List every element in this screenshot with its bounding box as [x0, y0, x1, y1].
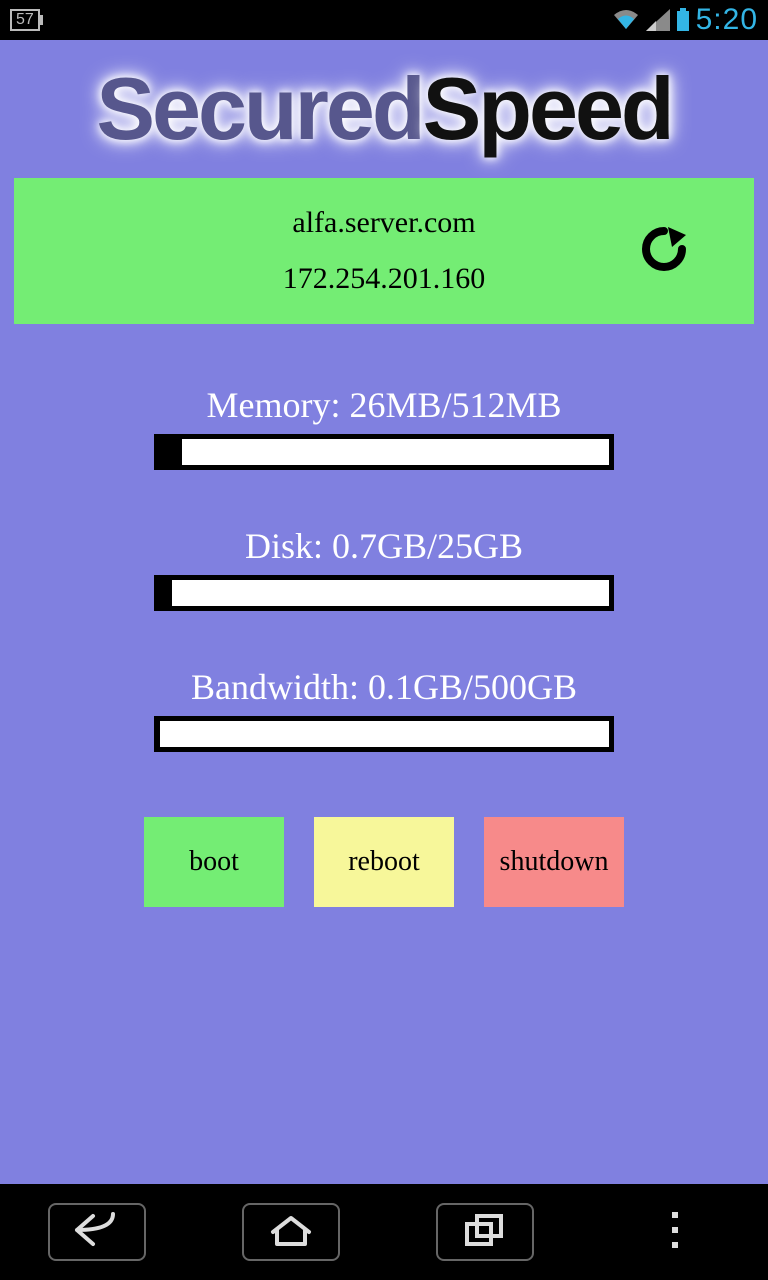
disk-metric: Disk: 0.7GB/25GB [14, 525, 754, 611]
refresh-icon [638, 223, 690, 280]
clock-text: 5:20 [696, 3, 758, 37]
home-icon [267, 1212, 315, 1253]
server-panel: alfa.server.com 172.254.201.160 [14, 178, 754, 324]
memory-bar-fill [159, 439, 182, 465]
disk-bar [154, 575, 614, 611]
action-row: boot reboot shutdown [144, 817, 624, 907]
logo-part2: Speed [423, 59, 672, 158]
server-hostname: alfa.server.com [292, 206, 475, 240]
status-left: 57 [10, 9, 40, 31]
menu-icon [669, 1210, 681, 1255]
back-button[interactable] [48, 1203, 146, 1261]
memory-label: Memory: 26MB/512MB [206, 384, 561, 426]
battery-icon [676, 8, 690, 32]
menu-button[interactable] [630, 1204, 720, 1260]
recent-apps-button[interactable] [436, 1203, 534, 1261]
boot-button[interactable]: boot [144, 817, 284, 907]
bandwidth-label: Bandwidth: 0.1GB/500GB [191, 666, 577, 708]
memory-metric: Memory: 26MB/512MB [14, 384, 754, 470]
bandwidth-metric: Bandwidth: 0.1GB/500GB [14, 666, 754, 752]
refresh-button[interactable] [634, 221, 694, 281]
disk-label: Disk: 0.7GB/25GB [245, 525, 523, 567]
back-icon [73, 1212, 121, 1253]
memory-bar [154, 434, 614, 470]
battery-percent-badge: 57 [10, 9, 40, 31]
metrics-section: Memory: 26MB/512MB Disk: 0.7GB/25GB Band… [14, 384, 754, 807]
signal-icon [646, 9, 670, 31]
wifi-icon [612, 9, 640, 31]
navigation-bar [0, 1184, 768, 1280]
home-button[interactable] [242, 1203, 340, 1261]
bandwidth-bar [154, 716, 614, 752]
shutdown-button[interactable]: shutdown [484, 817, 624, 907]
status-bar: 57 5:20 [0, 0, 768, 40]
logo-part1: Secured [96, 59, 422, 158]
disk-bar-fill [159, 580, 172, 606]
recent-icon [463, 1212, 507, 1253]
reboot-button[interactable]: reboot [314, 817, 454, 907]
app-logo: SecuredSpeed [14, 40, 754, 168]
main-content: SecuredSpeed alfa.server.com 172.254.201… [0, 40, 768, 1184]
server-ip: 172.254.201.160 [283, 262, 486, 296]
status-right: 5:20 [612, 3, 758, 37]
